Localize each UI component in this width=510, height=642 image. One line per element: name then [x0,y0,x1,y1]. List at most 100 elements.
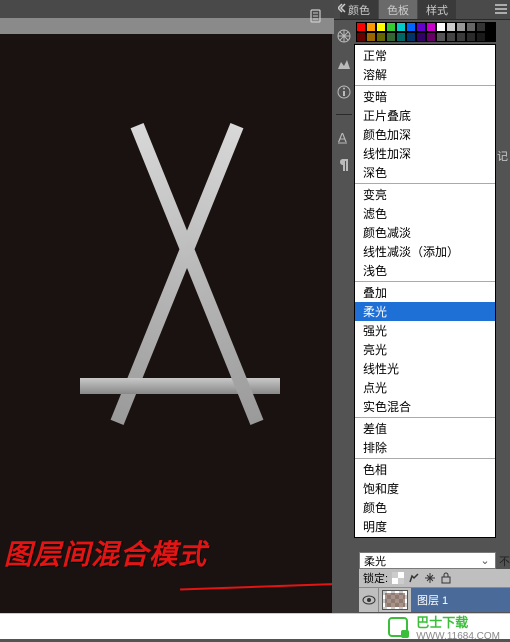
blend-mode-option[interactable]: 浅色 [355,261,495,280]
swatch[interactable] [396,22,406,32]
lock-label: 锁定: [363,570,388,586]
chevron-down-icon: ⌄ [479,554,491,567]
layer-row[interactable]: 图层 1 [359,588,510,612]
blend-mode-group: 变暗正片叠底颜色加深线性加深深色 [355,86,495,184]
panel-menu-icon[interactable] [494,3,508,15]
blend-mode-value: 柔光 [364,553,386,569]
blend-mode-option[interactable]: 颜色加深 [355,125,495,144]
lock-pixels-icon[interactable] [408,572,420,584]
blend-mode-option[interactable]: 柔光 [355,302,495,321]
swatch[interactable] [466,22,476,32]
swatch[interactable] [406,32,416,42]
character-panel-icon[interactable]: A [336,129,352,145]
blend-mode-option[interactable]: 溶解 [355,65,495,84]
swatch[interactable] [356,32,366,42]
opacity-label-fragment: 不 [499,553,510,569]
swatch[interactable] [446,22,456,32]
blend-mode-option[interactable]: 线性加深 [355,144,495,163]
separator [336,114,352,115]
swatch-row-1 [356,22,508,32]
swatch[interactable] [376,32,386,42]
swatch[interactable] [426,32,436,42]
swatch[interactable] [366,22,376,32]
swatch-row-2 [356,32,508,42]
blend-mode-option[interactable]: 变暗 [355,87,495,106]
swatch[interactable] [476,32,486,42]
blend-mode-option[interactable]: 正片叠底 [355,106,495,125]
layer-lock-row: 锁定: [359,569,510,587]
blend-mode-option[interactable]: 深色 [355,163,495,182]
swatch[interactable] [486,32,496,42]
site-brand: 巴士下载 [416,612,500,631]
swatch[interactable] [356,22,366,32]
swatch[interactable] [376,22,386,32]
swatch[interactable] [426,22,436,32]
layers-panel-body: 图层 1 [359,587,510,612]
document-icon[interactable] [308,8,324,24]
options-bar-strip [0,18,334,34]
tab-swatches[interactable]: 色板 [379,0,417,19]
collapsed-panel-strip: A [334,22,354,173]
swatch[interactable] [386,22,396,32]
blend-mode-option[interactable]: 差值 [355,419,495,438]
blend-mode-option[interactable]: 滤色 [355,204,495,223]
blend-mode-option[interactable]: 叠加 [355,283,495,302]
swatch[interactable] [416,22,426,32]
blend-mode-dropdown: 正常溶解变暗正片叠底颜色加深线性加深深色变亮滤色颜色减淡线性减淡（添加）浅色叠加… [354,44,496,538]
image-subject-tripod [60,124,300,404]
blend-mode-option[interactable]: 实色混合 [355,397,495,416]
watermark-footer: 巴士下载 WWW.11684.COM [0,613,510,639]
swatch[interactable] [486,22,496,32]
blend-mode-select[interactable]: 柔光 ⌄ [359,552,496,569]
blend-mode-option[interactable]: 明度 [355,517,495,536]
blend-mode-option[interactable]: 变亮 [355,185,495,204]
layer-visibility-toggle[interactable] [359,588,379,612]
swatch[interactable] [476,22,486,32]
site-url: WWW.11684.COM [416,631,500,642]
swatch[interactable] [396,32,406,42]
lock-transparency-icon[interactable] [392,572,404,584]
navigator-icon[interactable] [336,28,352,44]
swatch[interactable] [466,32,476,42]
swatch[interactable] [456,32,466,42]
annotation-text: 图层间混合模式 [4,533,207,573]
blend-mode-group: 色相饱和度颜色明度 [355,459,495,537]
panel-tab-bar: 颜色 色板 样式 [334,0,510,20]
blend-mode-option[interactable]: 强光 [355,321,495,340]
blend-mode-option[interactable]: 色相 [355,460,495,479]
expand-panel-icon[interactable] [338,3,348,13]
blend-mode-option[interactable]: 饱和度 [355,479,495,498]
blend-mode-option[interactable]: 亮光 [355,340,495,359]
site-logo-icon [388,617,408,637]
blend-mode-option[interactable]: 颜色减淡 [355,223,495,242]
blend-mode-option[interactable]: 颜色 [355,498,495,517]
swatch[interactable] [386,32,396,42]
collapsed-panel-label[interactable]: 记 [497,148,508,164]
options-bar [0,0,334,34]
blend-mode-option[interactable]: 正常 [355,46,495,65]
blend-mode-group: 变亮滤色颜色减淡线性减淡（添加）浅色 [355,184,495,282]
blend-mode-option[interactable]: 线性光 [355,359,495,378]
info-icon[interactable] [336,84,352,100]
tab-styles[interactable]: 样式 [418,0,456,19]
canvas-area[interactable]: 图层间混合模式 [0,34,332,639]
layer-thumbnail[interactable] [382,590,408,610]
blend-mode-option[interactable]: 排除 [355,438,495,457]
blend-mode-option[interactable]: 线性减淡（添加） [355,242,495,261]
swatch[interactable] [366,32,376,42]
blend-mode-option[interactable]: 点光 [355,378,495,397]
swatch[interactable] [436,22,446,32]
lock-all-icon[interactable] [440,572,452,584]
histogram-icon[interactable] [336,56,352,72]
swatch[interactable] [446,32,456,42]
blend-mode-group: 差值排除 [355,418,495,459]
swatch[interactable] [436,32,446,42]
layer-name[interactable]: 图层 1 [411,588,510,612]
swatch[interactable] [416,32,426,42]
blend-mode-group: 叠加柔光强光亮光线性光点光实色混合 [355,282,495,418]
swatch[interactable] [406,22,416,32]
swatch[interactable] [456,22,466,32]
blend-mode-group: 正常溶解 [355,45,495,86]
lock-position-icon[interactable] [424,572,436,584]
paragraph-panel-icon[interactable] [336,157,352,173]
